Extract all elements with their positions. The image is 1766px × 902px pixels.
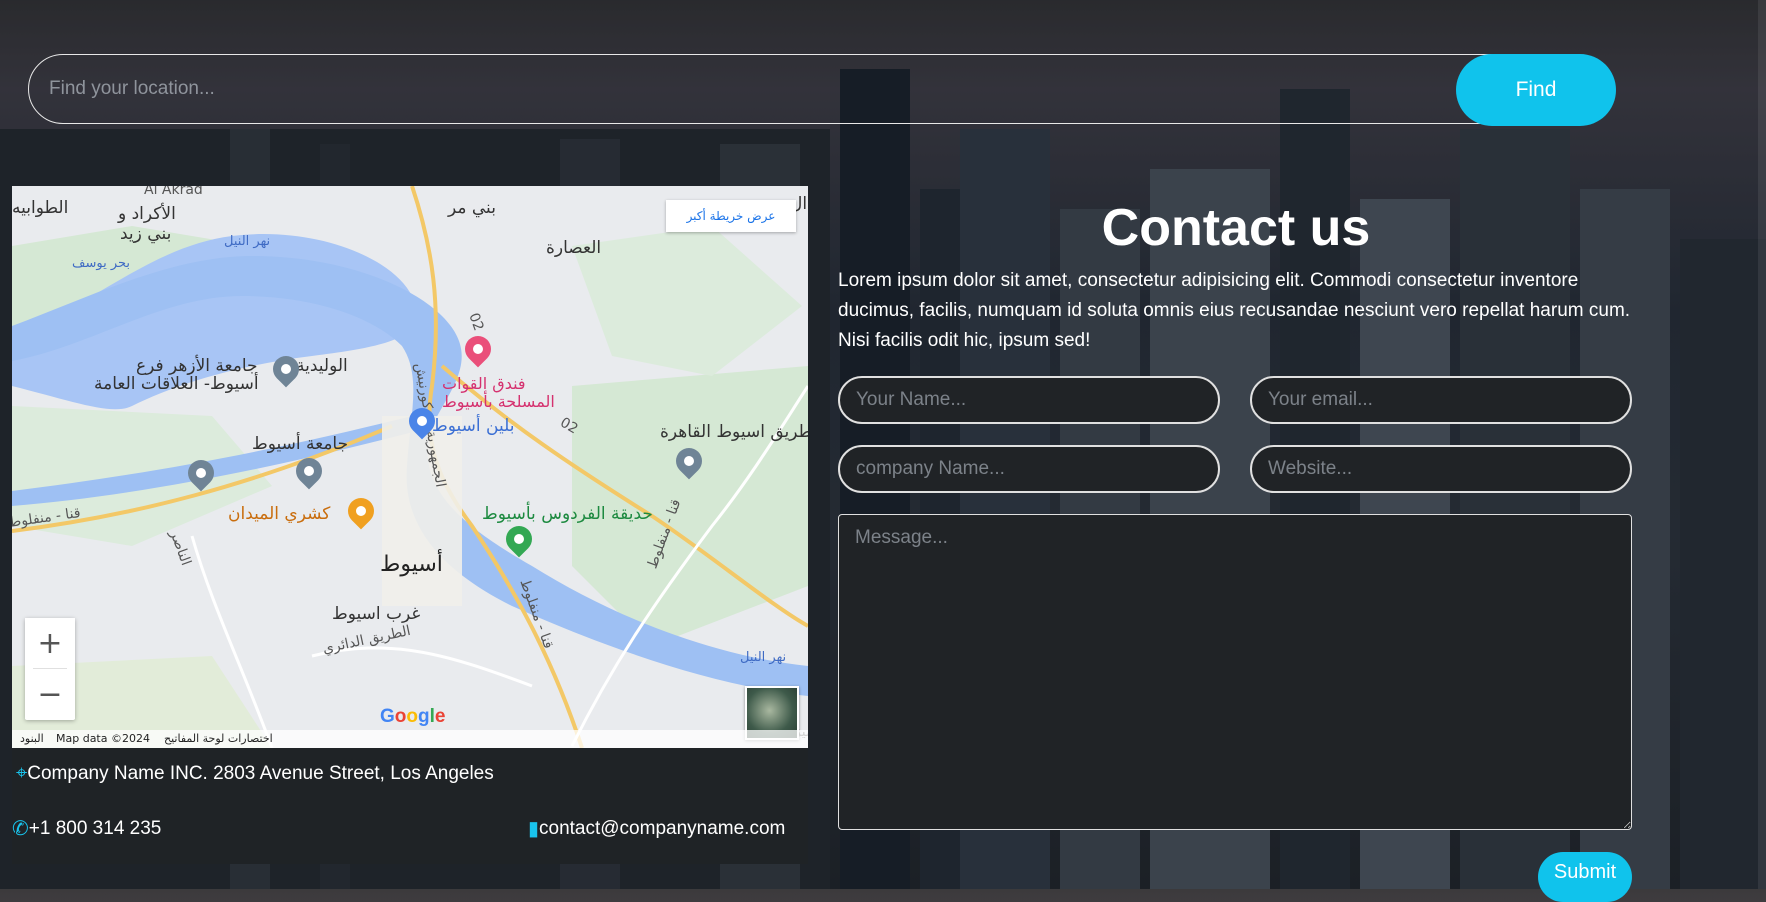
map-label-akrad: الأكراد و: [118, 204, 176, 224]
map-card: Al Akrad الطوابيه الأكراد و بني زيد بني …: [12, 186, 808, 864]
map-label-hotel-1: فندق القوات: [442, 374, 526, 393]
map-label-hotel-2: المسلحة بأسيوط: [442, 392, 555, 411]
chat-icon: ▮: [528, 818, 540, 840]
contact-description: Lorem ipsum dolor sit amet, consectetur …: [838, 270, 1631, 351]
address-row: ⌖ Company Name INC. 2803 Avenue Street, …: [16, 762, 494, 785]
map-label-nile-top: نهر النيل: [224, 234, 271, 249]
address-text: Company Name INC. 2803 Avenue Street, Lo…: [27, 762, 494, 784]
website-input[interactable]: [1250, 445, 1632, 493]
name-input[interactable]: [838, 376, 1220, 424]
map-label-assiut: أسيوط: [380, 552, 443, 577]
phone-text[interactable]: +1 800 314 235: [29, 818, 162, 840]
email-text[interactable]: contact@companyname.com: [539, 818, 785, 840]
zoom-in-button[interactable]: +: [25, 618, 75, 668]
location-search-input[interactable]: [28, 54, 1588, 124]
map-label-bani-zaid: بني زيد: [120, 224, 172, 244]
submit-button[interactable]: Submit: [1538, 852, 1632, 902]
email-input[interactable]: [1250, 376, 1632, 424]
map-label-assara: العصارة: [546, 238, 602, 258]
zoom-out-button[interactable]: −: [25, 669, 75, 719]
google-map[interactable]: Al Akrad الطوابيه الأكراد و بني زيد بني …: [12, 186, 808, 748]
map-label-west-assiut: غرب اسيوط: [332, 604, 421, 624]
map-label-firdous: حديقة الفردوس بأسيوط: [482, 504, 653, 524]
company-input[interactable]: [838, 445, 1220, 493]
page-scrollbar[interactable]: [1758, 0, 1766, 889]
map-label-azhar-2: أسيوط- العلاقات العامة: [94, 374, 259, 394]
map-terms-link[interactable]: البنود: [20, 732, 44, 745]
map-label-koshary: كشري الميدان: [228, 504, 331, 524]
map-label-bani-mor: بني مر: [448, 198, 496, 218]
contact-title: Contact us: [1101, 199, 1371, 257]
map-footer: البنود Map data ©2024 اختصارات لوحة المف…: [12, 730, 808, 748]
map-label-univ: جامعة أسيوط: [252, 434, 349, 454]
map-label-al-wali: الوليدية: [296, 356, 348, 376]
location-search: Find: [28, 54, 1616, 126]
map-data-credit: Map data ©2024: [56, 732, 150, 745]
map-label-yusuf: بحر يوسف: [72, 256, 130, 271]
zoom-control: + −: [25, 618, 75, 720]
email-row: ▮ contact@companyname.com: [528, 816, 785, 841]
map-label-tawabia: الطوابيه: [12, 198, 69, 218]
location-target-icon: ⌖: [16, 762, 28, 784]
map-label-azhar: جامعة الأزهر فرع: [136, 356, 258, 376]
map-label-al-akrad: Al Akrad: [144, 186, 203, 198]
map-label-cairo-road: طريق اسيوط القاهرة: [660, 422, 808, 442]
keyboard-shortcuts-link[interactable]: اختصارات لوحة المفاتيح: [164, 732, 273, 745]
view-larger-map-button[interactable]: عرض خريطة أكبر: [666, 200, 796, 232]
message-textarea[interactable]: [838, 514, 1632, 830]
find-button[interactable]: Find: [1456, 54, 1616, 126]
phone-row: ✆ +1 800 314 235: [12, 816, 161, 841]
phone-icon: ✆: [12, 818, 29, 840]
map-label-nile-bottom: نهر النيل: [740, 650, 787, 665]
google-logo: Google: [380, 706, 446, 727]
map-label-belin: بلين أسيوط: [432, 416, 515, 436]
